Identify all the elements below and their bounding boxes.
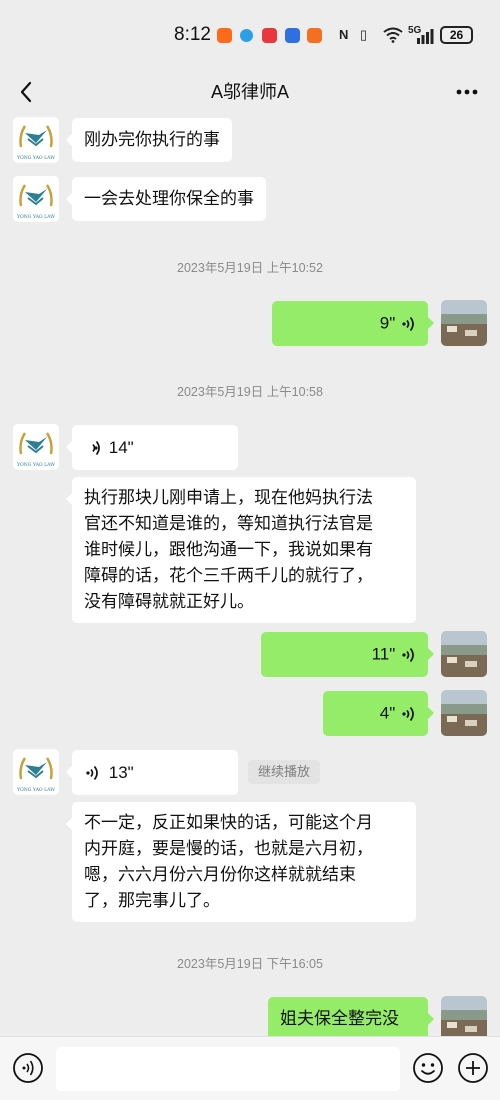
voice-transcript-bubble[interactable]: 不一定，反正如果快的话，可能这个月 内开庭，要是慢的话，也就是六月初， 嗯，六六… [66,802,416,922]
landscape-avatar-icon [441,300,487,346]
message-bubble[interactable]: 刚办完你执行的事 [66,118,232,162]
timestamp: 2023年5月19日 下午16:05 [177,957,323,971]
voice-message[interactable]: 9" [272,301,434,346]
status-time: 8:12 [174,24,211,45]
law-firm-logo-icon: YONG YAO LAW [16,757,55,793]
voice-wave-icon [402,647,414,662]
transcript-line: 没有障碍就就正好儿。 [84,592,254,611]
transcript-line: 嗯，六六月份六月份你这样就就结束 [84,865,356,884]
message-bubble[interactable]: 姐夫保全整完没 [268,997,434,1036]
message-bubble[interactable]: 一会去处理你保全的事 [66,177,266,221]
voice-message[interactable]: 11" [261,632,434,677]
svg-text:YONG YAO LAW: YONG YAO LAW [16,462,55,468]
law-firm-logo-icon: YONG YAO LAW [16,432,55,468]
continue-playing-button[interactable]: 继续播放 [248,760,320,784]
voice-duration: 9" [379,313,396,333]
my-avatar[interactable] [441,690,487,736]
landscape-avatar-icon [441,996,487,1036]
transcript-line: 不一定，反正如果快的话，可能这个月 [84,813,373,832]
law-firm-logo-icon: YONG YAO LAW [16,125,55,161]
voice-message[interactable]: 4" [323,691,434,736]
voice-wave-icon [92,440,100,455]
transcript-line: 障碍的话，花个三千两千儿的就行了， [84,566,373,585]
message-text: 一会去处理你保全的事 [84,189,254,208]
landscape-avatar-icon [441,631,487,677]
transcript-line: 执行那块儿刚申请上，现在他妈执行法 [84,488,373,507]
message-text: 姐夫保全整完没 [280,1009,399,1028]
orange-app-icon [307,28,322,43]
voice-wave-icon [402,316,414,331]
signal-icon [417,29,434,44]
voice-message[interactable]: 13" [66,750,238,795]
voice-duration: 14" [108,437,134,457]
voice-duration: 4" [379,703,396,723]
contact-avatar[interactable]: YONG YAO LAW [13,749,59,795]
chat-header: A邬律师A [0,68,500,116]
landscape-avatar-icon [441,690,487,736]
message-input[interactable] [56,1047,400,1091]
voice-transcript-bubble[interactable]: 执行那块儿刚申请上，现在他妈执行法 官还不知道是谁的，等知道执行法官是 谁时候儿… [66,477,416,623]
taobao-app-icon [217,28,232,43]
voice-duration: 13" [108,762,134,782]
vibrate-icon: ▯ [360,27,368,42]
my-avatar[interactable] [441,631,487,677]
voice-duration: 11" [371,644,396,664]
more-dots-icon[interactable] [452,80,482,104]
transcript-line: 了，那完事儿了。 [84,891,220,910]
timestamp: 2023年5月19日 上午10:52 [177,261,323,275]
svg-text:YONG YAO LAW: YONG YAO LAW [16,155,55,161]
message-list[interactable]: YONG YAO LAW 刚办完你执行的事 YONG YAO LAW 一会去处理… [0,116,500,1036]
browser-app-icon [240,29,253,42]
svg-text:YONG YAO LAW: YONG YAO LAW [16,787,55,793]
message-text: 刚办完你执行的事 [84,130,220,149]
nfc-icon: N [339,27,349,42]
transcript-line: 谁时候儿，跟他沟通一下，我说如果有 [84,540,373,559]
voice-message[interactable]: 14" [66,425,238,470]
battery-indicator: 26 [440,26,473,44]
voice-input-icon[interactable] [12,1052,44,1084]
law-firm-logo-icon: YONG YAO LAW [16,184,55,220]
my-avatar[interactable] [441,996,487,1036]
status-bar: 8:12 N ▯ 5G 26 [0,0,500,68]
voice-wave-icon [402,706,414,721]
timestamp: 2023年5月19日 上午10:58 [177,385,323,399]
voice-wave-icon [86,765,98,780]
svg-text:YONG YAO LAW: YONG YAO LAW [16,214,55,220]
transcript-line: 官还不知道是谁的，等知道执行法官是 [84,514,373,533]
contact-avatar[interactable]: YONG YAO LAW [13,176,59,222]
wifi-icon [383,27,403,43]
shop-app-icon [262,28,277,43]
emoji-icon[interactable] [412,1052,444,1084]
transcript-line: 内开庭，要是慢的话，也就是六月初， [84,839,373,858]
input-bar [0,1036,500,1100]
contact-avatar[interactable]: YONG YAO LAW [13,424,59,470]
plus-icon[interactable] [457,1052,489,1084]
chat-title: A邬律师A [210,82,289,102]
security-app-icon [285,28,300,43]
my-avatar[interactable] [441,300,487,346]
contact-avatar[interactable]: YONG YAO LAW [13,117,59,163]
